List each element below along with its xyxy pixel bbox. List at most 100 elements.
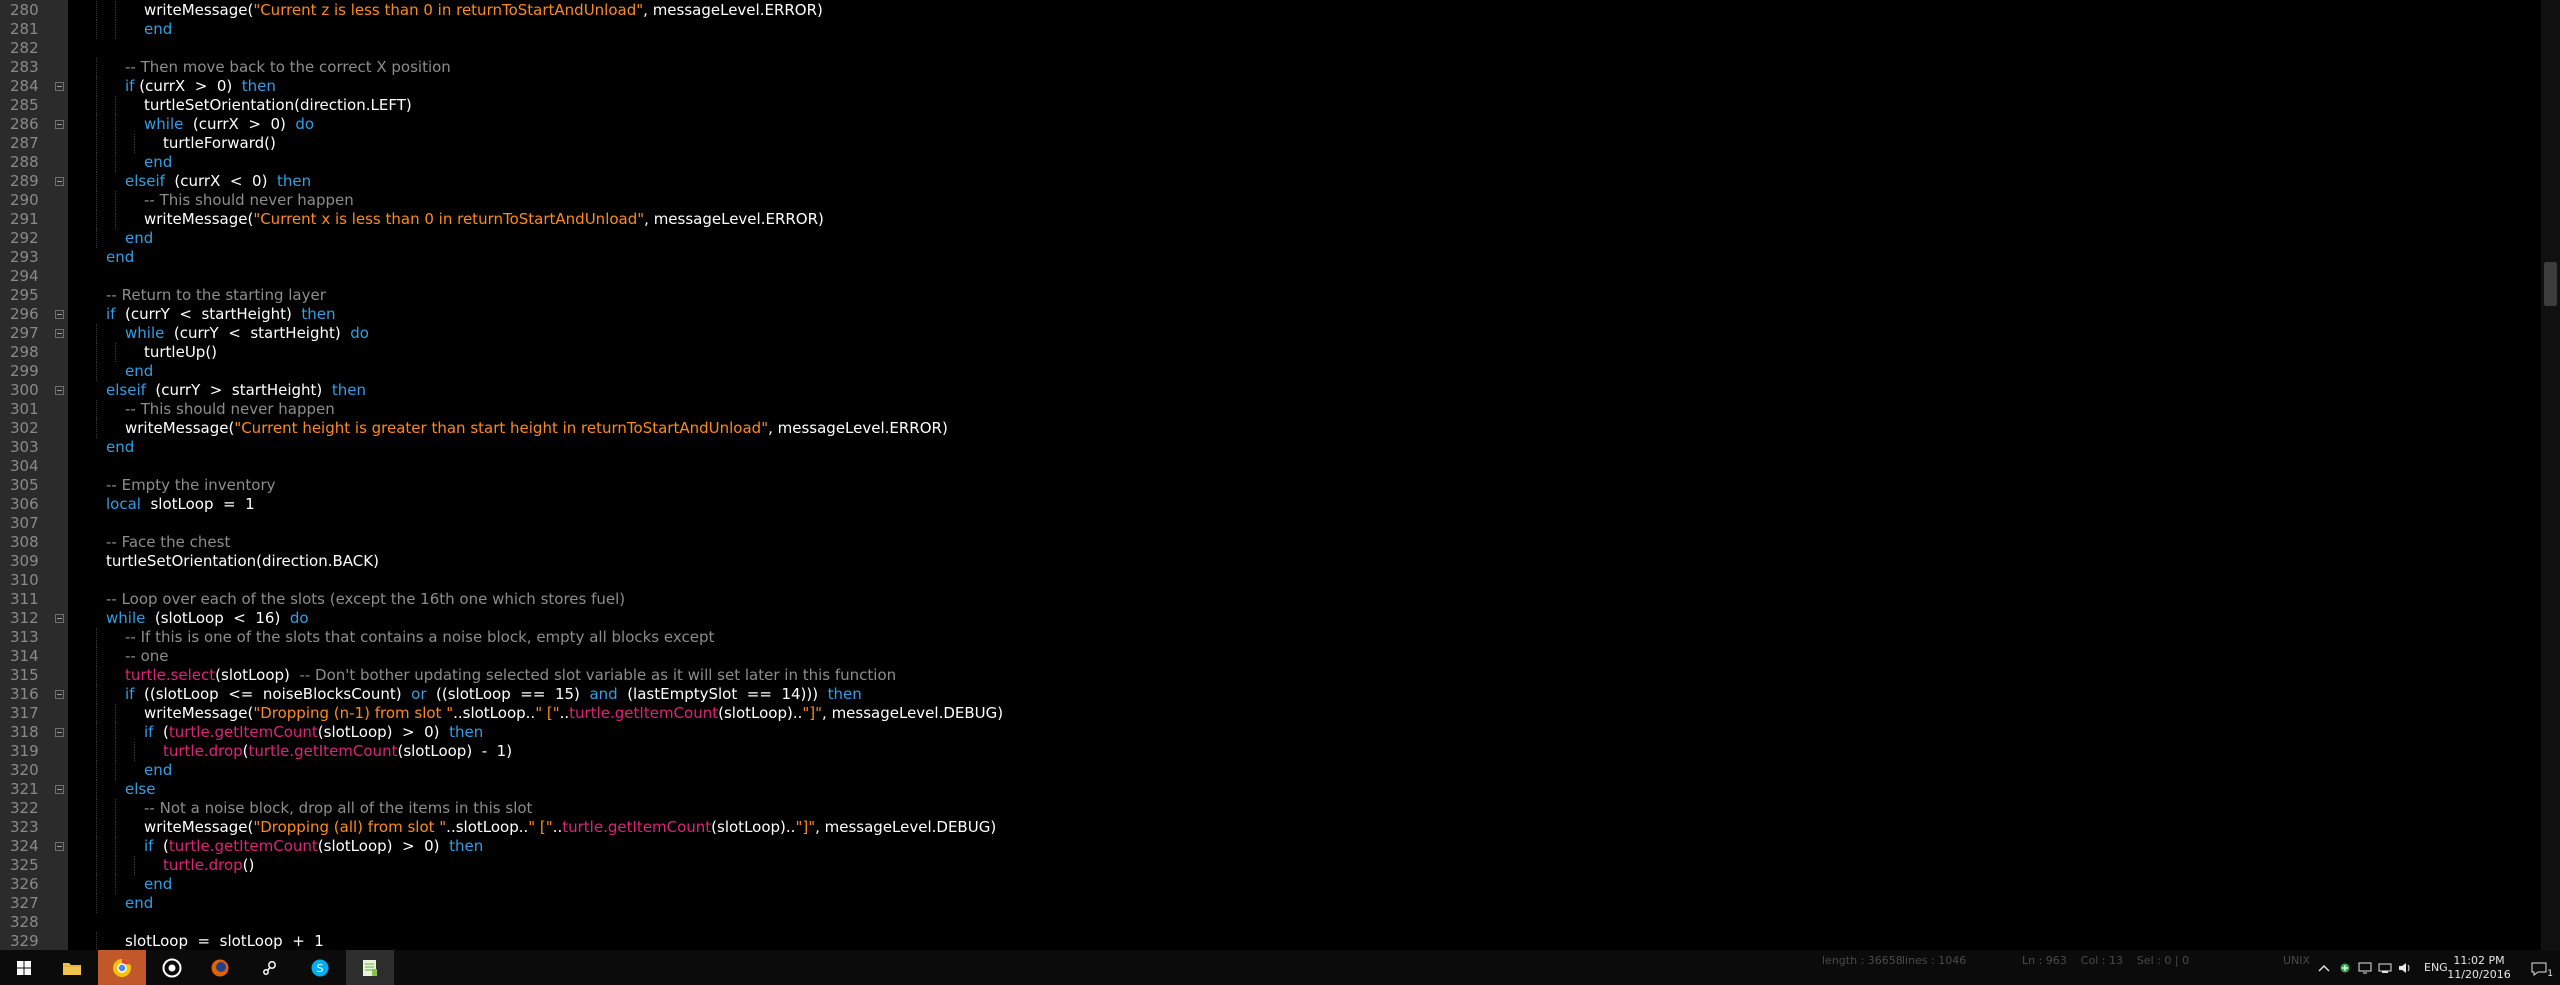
line-number: 305: [10, 476, 39, 494]
fold-toggle-icon[interactable]: [55, 386, 64, 395]
line-number: 327: [10, 894, 39, 912]
code-line[interactable]: -- Loop over each of the slots (except t…: [106, 590, 625, 609]
code-line[interactable]: -- Then move back to the correct X posit…: [125, 58, 451, 77]
code-line[interactable]: turtleForward(): [163, 134, 276, 153]
code-line[interactable]: end: [144, 153, 172, 172]
line-number: 329: [10, 932, 39, 950]
code-line[interactable]: turtleSetOrientation(direction.LEFT): [144, 96, 412, 115]
skype-button[interactable]: S: [296, 950, 344, 985]
code-line[interactable]: else: [125, 780, 155, 799]
network-share-icon[interactable]: [2336, 962, 2354, 974]
clock-date: 11/20/2016: [2447, 968, 2511, 981]
start-button[interactable]: [0, 950, 48, 985]
code-line[interactable]: -- Not a noise block, drop all of the it…: [144, 799, 532, 818]
indent-guide: [96, 96, 97, 115]
code-text-area[interactable]: writeMessage("Current z is less than 0 i…: [68, 0, 2541, 950]
code-line[interactable]: turtle.select(slotLoop) -- Don't bother …: [125, 666, 896, 685]
firefox-button[interactable]: [196, 950, 244, 985]
code-line[interactable]: end: [144, 20, 172, 39]
fold-toggle-icon[interactable]: [55, 785, 64, 794]
fold-toggle-icon[interactable]: [55, 310, 64, 319]
code-line[interactable]: slotLoop = slotLoop + 1: [125, 932, 324, 950]
code-line[interactable]: writeMessage("Dropping (n-1) from slot "…: [144, 704, 1003, 723]
code-line[interactable]: end: [144, 875, 172, 894]
code-line[interactable]: end: [106, 438, 134, 457]
code-line[interactable]: while (currX > 0) do: [144, 115, 314, 134]
chevron-up-icon[interactable]: [2316, 964, 2332, 972]
code-line[interactable]: elseif (currX < 0) then: [125, 172, 311, 191]
line-number: 313: [10, 628, 39, 646]
code-token: elseif: [125, 172, 165, 190]
code-line[interactable]: writeMessage("Current height is greater …: [125, 419, 948, 438]
fold-toggle-icon[interactable]: [55, 329, 64, 338]
code-line[interactable]: end: [144, 761, 172, 780]
code-line[interactable]: writeMessage("Current x is less than 0 i…: [144, 210, 824, 229]
code-line[interactable]: end: [125, 894, 153, 913]
scrollbar-thumb[interactable]: [2544, 262, 2557, 306]
code-token: (currX > 0): [134, 77, 242, 95]
display-icon[interactable]: [2356, 962, 2374, 974]
code-token: turtle.getItemCount: [562, 818, 712, 836]
indent-guide: [115, 191, 116, 210]
file-explorer-button[interactable]: [48, 950, 96, 985]
code-line[interactable]: -- Return to the starting layer: [106, 286, 326, 305]
obs-button[interactable]: [148, 950, 196, 985]
code-line[interactable]: elseif (currY > startHeight) then: [106, 381, 366, 400]
wifi-icon[interactable]: [2376, 962, 2394, 974]
code-line[interactable]: if (currX > 0) then: [125, 77, 276, 96]
code-token: and: [589, 685, 618, 703]
indent-guide: [115, 761, 116, 780]
code-line[interactable]: turtleSetOrientation(direction.BACK): [106, 552, 379, 571]
code-line[interactable]: -- This should never happen: [144, 191, 354, 210]
code-line[interactable]: if (turtle.getItemCount(slotLoop) > 0) t…: [144, 837, 483, 856]
fold-toggle-icon[interactable]: [55, 177, 64, 186]
clock[interactable]: 11:02 PM 11/20/2016: [2444, 954, 2514, 982]
code-token: (: [153, 837, 169, 855]
line-number: 286: [10, 115, 39, 133]
fold-toggle-icon[interactable]: [55, 690, 64, 699]
code-line[interactable]: -- If this is one of the slots that cont…: [125, 628, 714, 647]
code-line[interactable]: if (turtle.getItemCount(slotLoop) > 0) t…: [144, 723, 483, 742]
code-token: (slotLoop): [215, 666, 300, 684]
line-number: 319: [10, 742, 39, 760]
code-line[interactable]: if ((slotLoop <= noiseBlocksCount) or ((…: [125, 685, 862, 704]
line-number: 296: [10, 305, 39, 323]
indent-guide: [115, 96, 116, 115]
fold-toggle-icon[interactable]: [55, 82, 64, 91]
code-line[interactable]: end: [125, 229, 153, 248]
notepadpp-button[interactable]: [346, 950, 394, 985]
vertical-scrollbar[interactable]: [2541, 0, 2560, 950]
code-editor[interactable]: 280 281 282 283 284 285 286 287 288 289 290 291 292 2…: [0, 0, 2560, 950]
code-line[interactable]: writeMessage("Dropping (all) from slot "…: [144, 818, 996, 837]
fold-toggle-icon[interactable]: [55, 120, 64, 129]
indent-guide: [115, 875, 116, 894]
code-line[interactable]: while (slotLoop < 16) do: [106, 609, 309, 628]
code-token: then: [449, 837, 484, 855]
volume-icon[interactable]: [2396, 962, 2414, 974]
code-line[interactable]: turtleUp(): [144, 343, 217, 362]
code-line[interactable]: -- Face the chest: [106, 533, 230, 552]
indent-guide: [96, 400, 97, 419]
code-line[interactable]: turtle.drop(): [163, 856, 254, 875]
fold-toggle-icon[interactable]: [55, 842, 64, 851]
fold-toggle-icon[interactable]: [55, 728, 64, 737]
code-line[interactable]: end: [106, 248, 134, 267]
code-line[interactable]: end: [125, 362, 153, 381]
code-line[interactable]: if (currY < startHeight) then: [106, 305, 336, 324]
code-token: ..slotLoop..: [446, 818, 529, 836]
code-line[interactable]: writeMessage("Current z is less than 0 i…: [144, 1, 823, 20]
fold-toggle-icon[interactable]: [55, 614, 64, 623]
action-center-button[interactable]: 1: [2518, 950, 2560, 985]
code-line[interactable]: while (currY < startHeight) do: [125, 324, 369, 343]
code-line[interactable]: -- This should never happen: [125, 400, 335, 419]
code-line[interactable]: turtle.drop(turtle.getItemCount(slotLoop…: [163, 742, 512, 761]
code-line[interactable]: -- Empty the inventory: [106, 476, 276, 495]
indent-guide: [96, 362, 97, 381]
chrome-button[interactable]: [98, 950, 146, 985]
line-number: 300: [10, 381, 39, 399]
code-token: then: [301, 305, 336, 323]
code-token: end: [106, 438, 135, 456]
code-line[interactable]: -- one: [125, 647, 169, 666]
steam-button[interactable]: [246, 950, 294, 985]
code-line[interactable]: local slotLoop = 1: [106, 495, 255, 514]
